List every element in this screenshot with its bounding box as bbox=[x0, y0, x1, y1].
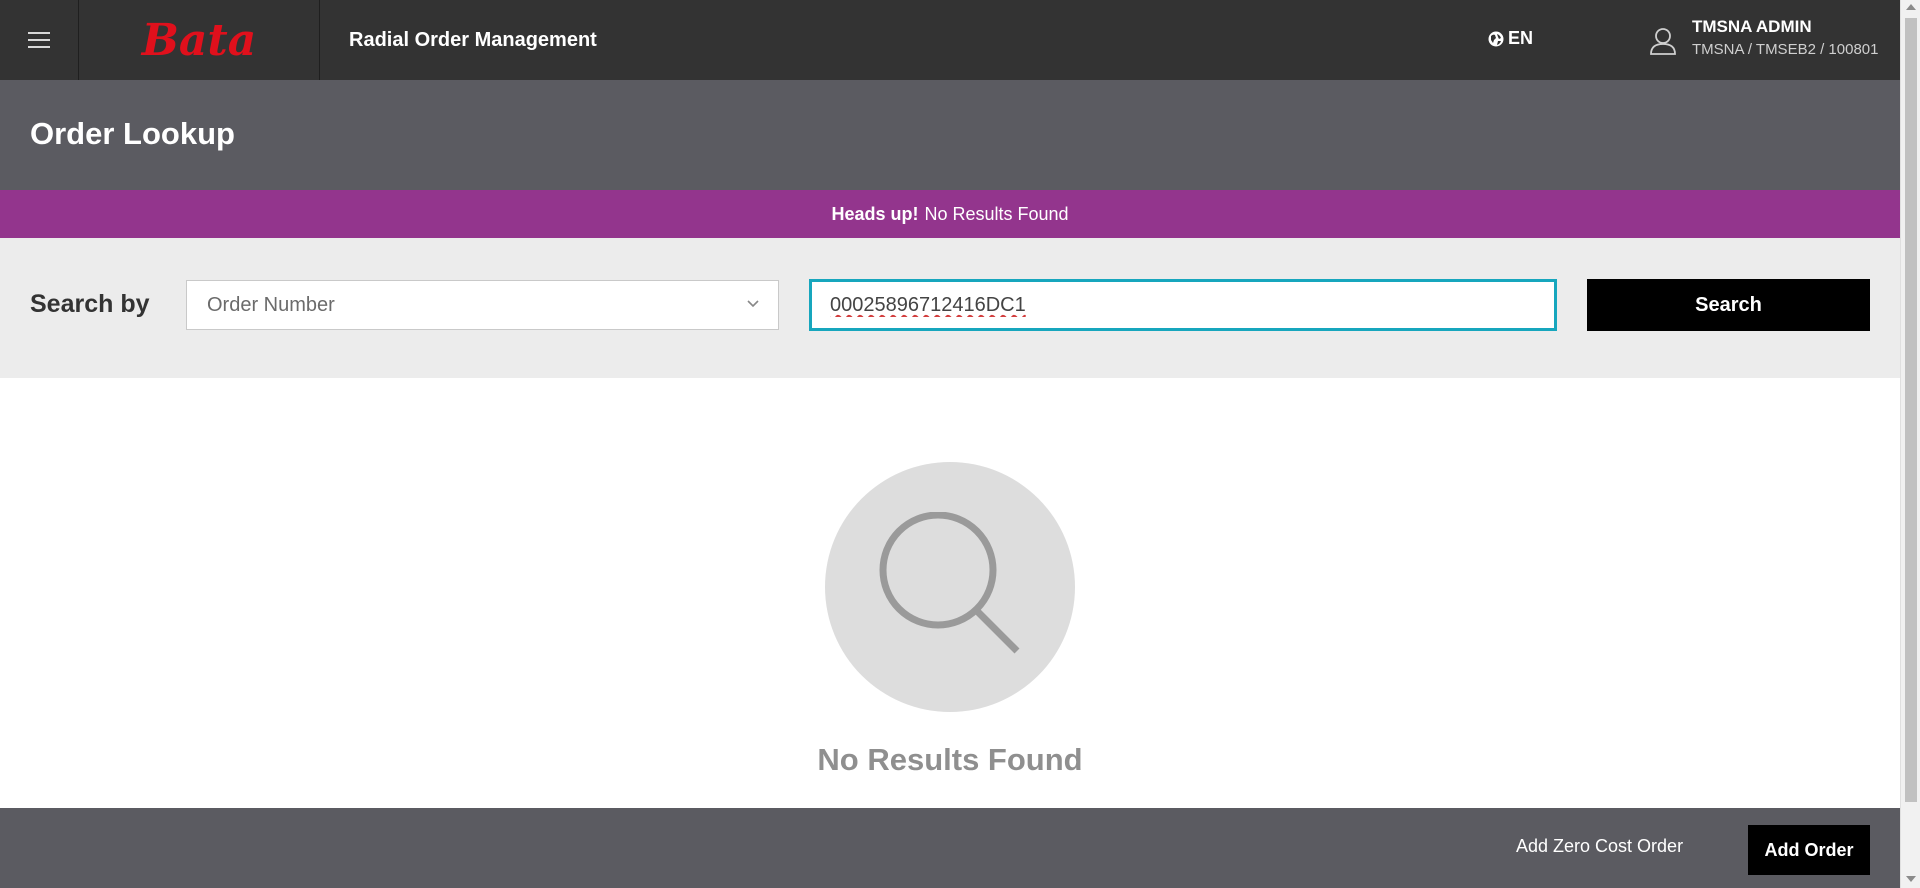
chevron-down-icon bbox=[747, 300, 759, 308]
add-order-button[interactable]: Add Order bbox=[1748, 825, 1870, 875]
brand-logo[interactable]: Bata bbox=[79, 0, 320, 80]
scroll-down-icon[interactable] bbox=[1906, 876, 1916, 882]
page-title: Order Lookup bbox=[30, 116, 235, 151]
empty-state-message: No Results Found bbox=[817, 742, 1083, 777]
user-icon bbox=[1650, 28, 1676, 55]
language-code: EN bbox=[1508, 28, 1534, 48]
search-by-label: Search by bbox=[30, 290, 150, 318]
search-button[interactable]: Search bbox=[1587, 279, 1870, 331]
search-type-value: Order Number bbox=[207, 293, 335, 316]
alert-message: No Results Found bbox=[924, 203, 1069, 224]
page-header: Order Lookup bbox=[0, 80, 1900, 190]
top-bar: Bata Radial Order Management EN TMSNA AD… bbox=[0, 0, 1900, 80]
footer-bar: Add Zero Cost Order Add Order bbox=[0, 808, 1900, 888]
magnifier-icon bbox=[879, 512, 1020, 654]
bata-logo-icon: Bata bbox=[140, 17, 257, 63]
search-type-select[interactable]: Order Number bbox=[186, 280, 779, 330]
app-title: Radial Order Management bbox=[349, 28, 597, 51]
vertical-scrollbar[interactable] bbox=[1900, 0, 1920, 888]
language-selector[interactable]: EN bbox=[1488, 28, 1533, 49]
search-input[interactable] bbox=[809, 279, 1557, 331]
search-panel: Search by Order Number Search bbox=[0, 238, 1900, 378]
hamburger-icon bbox=[28, 32, 50, 48]
user-org-path: TMSNA / TMSEB2 / 100801 bbox=[1692, 41, 1879, 58]
globe-icon bbox=[1488, 31, 1504, 46]
alert-banner: Heads up! No Results Found bbox=[0, 190, 1900, 238]
alert-heading: Heads up! bbox=[831, 203, 919, 224]
svg-text:Bata: Bata bbox=[140, 17, 257, 63]
scroll-up-icon[interactable] bbox=[1906, 4, 1916, 10]
scroll-thumb[interactable] bbox=[1905, 18, 1917, 802]
user-name: TMSNA ADMIN bbox=[1692, 17, 1812, 36]
empty-state-illustration bbox=[825, 462, 1075, 712]
add-zero-cost-order-link[interactable]: Add Zero Cost Order bbox=[1516, 836, 1683, 857]
user-menu[interactable]: TMSNA ADMIN TMSNA / TMSEB2 / 100801 bbox=[1648, 16, 1878, 60]
menu-button[interactable] bbox=[0, 0, 79, 80]
